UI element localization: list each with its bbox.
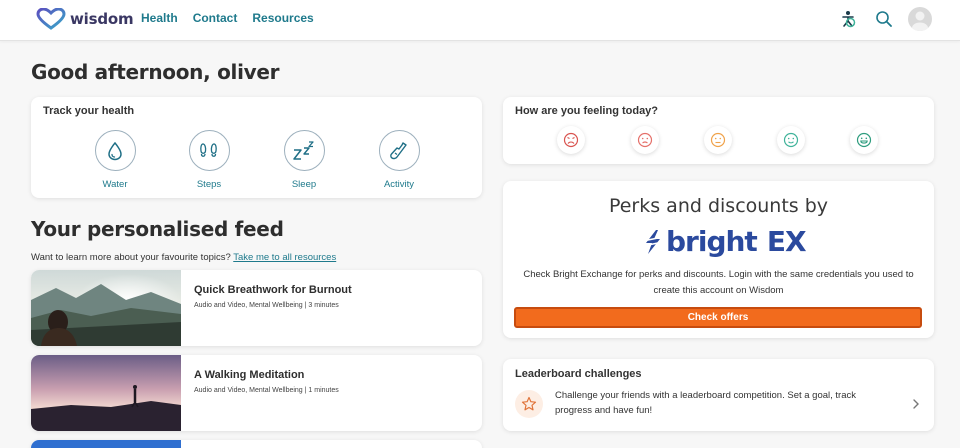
feed-thumbnail-mountains (31, 270, 181, 346)
top-header: wisdom Health Contact Resources (0, 0, 960, 41)
running-shoe-icon (378, 130, 420, 171)
feed-item[interactable]: Quick Breathwork for Burnout Audio and V… (31, 270, 482, 346)
mood-neutral-button[interactable] (704, 126, 732, 154)
nav-resources[interactable]: Resources (252, 11, 313, 25)
nav-contact[interactable]: Contact (193, 11, 238, 25)
feed-subtitle: Want to learn more about your favourite … (31, 252, 336, 263)
perks-description: Check Bright Exchange for perks and disc… (523, 269, 914, 296)
heart-logo-icon (36, 8, 66, 30)
feed-heading: Your personalised feed (31, 217, 284, 241)
check-offers-button[interactable]: Check offers (514, 307, 922, 328)
nav-health[interactable]: Health (141, 11, 178, 25)
brand-suffix: EX (766, 225, 807, 258)
greeting-heading: Good afternoon, oliver (31, 60, 280, 84)
mood-very-happy-button[interactable] (850, 126, 878, 154)
mood-very-sad-button[interactable] (557, 126, 585, 154)
perks-title: Perks and discounts by (608, 195, 829, 217)
all-resources-link[interactable]: Take me to all resources (233, 252, 336, 263)
bright-exchange-logo: bright EX (642, 225, 807, 258)
leaderboard-title: Leaderboard challenges (515, 368, 642, 380)
feed-item[interactable]: A Walking Meditation Audio and Video, Me… (31, 355, 482, 431)
wisdom-logo[interactable]: wisdom (36, 6, 134, 32)
avatar[interactable] (908, 7, 932, 31)
footsteps-icon (188, 130, 230, 171)
search-icon[interactable] (872, 7, 896, 31)
track-health-title: Track your health (43, 105, 135, 117)
header-actions (836, 7, 932, 31)
happy-face-icon (783, 132, 799, 148)
track-health-card: Track your health Water Steps Sleep Acti… (31, 97, 482, 198)
water-drop-icon (94, 130, 136, 171)
sleep-zzz-icon (283, 130, 325, 171)
main-nav: Health Contact Resources (141, 11, 314, 25)
feed-item-title: A Walking Meditation (194, 369, 305, 381)
neutral-face-icon (710, 132, 726, 148)
track-item-water[interactable]: Water (85, 130, 145, 190)
track-item-sleep[interactable]: Sleep (274, 130, 334, 190)
track-item-label: Steps (196, 179, 222, 190)
brand-name: bright (666, 225, 758, 258)
feed-item-meta: Audio and Video, Mental Wellbeing | 1 mi… (194, 387, 339, 394)
mood-happy-button[interactable] (777, 126, 805, 154)
very-sad-face-icon (563, 132, 579, 148)
logo-text: wisdom (70, 10, 134, 28)
feed-subtitle-text: Want to learn more about your favourite … (31, 252, 231, 263)
very-happy-face-icon (856, 132, 872, 148)
chevron-right-icon[interactable] (912, 397, 920, 415)
accessibility-icon[interactable] (836, 7, 860, 31)
bright-bolt-icon (642, 229, 664, 254)
perks-card: Perks and discounts by bright EX Check B… (503, 181, 934, 338)
star-icon (515, 390, 543, 418)
sad-face-icon (637, 132, 653, 148)
mood-sad-button[interactable] (631, 126, 659, 154)
track-item-steps[interactable]: Steps (179, 130, 239, 190)
track-item-label: Sleep (291, 179, 317, 190)
mood-card: How are you feeling today? (503, 97, 934, 164)
leaderboard-card[interactable]: Leaderboard challenges Challenge your fr… (503, 359, 934, 431)
leaderboard-description: Challenge your friends with a leaderboar… (555, 390, 857, 416)
feed-thumbnail-sunset (31, 355, 181, 431)
mood-title: How are you feeling today? (515, 105, 659, 117)
feed-thumbnail-partial (31, 440, 181, 448)
track-item-label: Water (102, 179, 128, 190)
track-item-label: Activity (383, 179, 415, 190)
track-item-activity[interactable]: Activity (369, 130, 429, 190)
feed-item-partial[interactable] (31, 440, 482, 448)
feed-item-meta: Audio and Video, Mental Wellbeing | 3 mi… (194, 302, 339, 309)
feed-item-title: Quick Breathwork for Burnout (194, 284, 352, 296)
